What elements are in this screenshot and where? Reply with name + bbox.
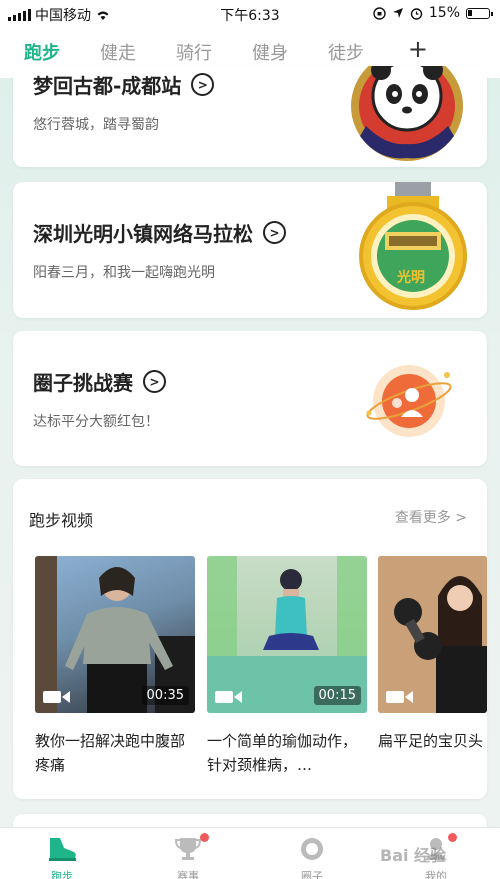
video-caption[interactable]: 扁平足的宝贝头: [378, 729, 487, 753]
notification-dot: [448, 833, 457, 842]
card-subtitle: 悠行蓉城，踏寻蜀韵: [33, 117, 159, 133]
add-tab-button[interactable]: +: [408, 35, 428, 63]
guangming-medal-icon: 光明: [359, 182, 467, 310]
nav-circle[interactable]: 圈子: [282, 836, 342, 879]
card-subtitle: 阳春三月，和我一起嗨跑光明: [33, 265, 215, 281]
tab-cycling[interactable]: 骑行: [176, 39, 212, 65]
card-subtitle: 达标平分大额红包！: [33, 414, 159, 430]
video-caption[interactable]: 教你一招解决跑中腹部疼痛: [35, 729, 195, 777]
tab-hiking[interactable]: 徒步: [328, 39, 364, 65]
chevron-right-icon: >: [455, 510, 467, 526]
alarm-icon: [410, 7, 423, 20]
medal-badge-text: 光明: [396, 269, 425, 286]
bottom-nav: 跑步 赛事 圈子 我的 Bai 经验: [0, 827, 500, 879]
video-section: 跑步视频 查看更多 > 00:35 教你一招解决跑中腹部疼痛 00:15 一个简…: [13, 479, 487, 799]
circle-challenge-card[interactable]: 圈子挑战赛 > 达标平分大额红包！: [13, 331, 487, 466]
chevron-right-icon: >: [143, 370, 166, 393]
status-bar: 中国移动 下午6:33 15%: [0, 0, 500, 26]
section-title: 跑步视频: [29, 511, 94, 530]
see-more-link[interactable]: 查看更多 >: [395, 507, 467, 527]
location-icon: [392, 8, 403, 18]
tab-walking[interactable]: 健走: [100, 39, 136, 65]
battery-percent: 15%: [428, 5, 460, 21]
notification-dot: [200, 833, 209, 842]
nav-events[interactable]: 赛事: [158, 833, 218, 879]
tab-fitness[interactable]: 健身: [252, 39, 288, 65]
card-title: 梦回古都-成都站: [33, 74, 182, 98]
watermark: Bai 经验: [380, 846, 447, 865]
video-camera-icon: [386, 691, 413, 703]
event-card-shenzhen[interactable]: 深圳光明小镇网络马拉松 > 阳春三月，和我一起嗨跑光明 光明: [13, 182, 487, 318]
video-duration: 00:35: [141, 686, 189, 705]
video-camera-icon: [215, 691, 242, 703]
circle-icon: [301, 838, 323, 860]
see-more-label: 查看更多: [394, 510, 451, 526]
nav-running[interactable]: 跑步: [32, 836, 92, 879]
video-thumbnail[interactable]: 00:15: [207, 556, 367, 713]
video-camera-icon: [43, 691, 70, 703]
battery-icon: [466, 7, 493, 19]
video-duration: 00:15: [313, 686, 361, 705]
card-title: 深圳光明小镇网络马拉松: [33, 222, 253, 246]
orientation-lock-icon: [373, 6, 386, 20]
tab-running[interactable]: 跑步: [24, 39, 60, 75]
chevron-right-icon: >: [191, 73, 215, 96]
chevron-right-icon: >: [263, 221, 286, 244]
event-card-chengdu[interactable]: 梦回古都-成都站 > 悠行蓉城，踏寻蜀韵: [13, 66, 487, 167]
panda-medal-icon: [351, 66, 463, 161]
running-shoe-icon: [49, 838, 76, 861]
card-title: 圈子挑战赛: [33, 371, 133, 395]
video-caption[interactable]: 一个简单的瑜伽动作，针对颈椎病，…: [207, 729, 367, 777]
video-thumbnail[interactable]: 00:35: [35, 556, 195, 713]
trophy-icon: [174, 838, 202, 860]
red-packet-icon: [366, 365, 452, 437]
video-thumbnail[interactable]: [378, 556, 487, 713]
